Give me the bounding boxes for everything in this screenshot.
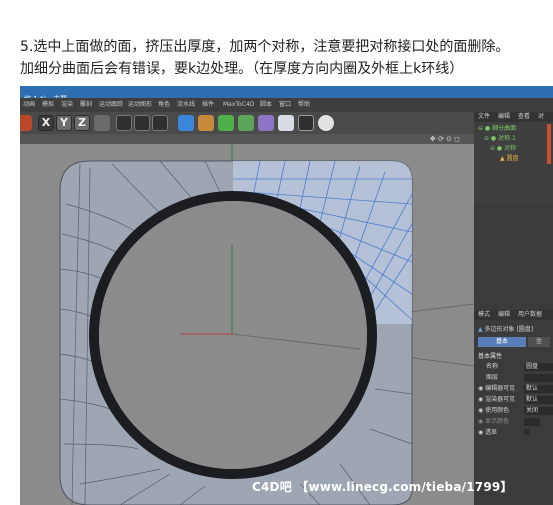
pen-icon[interactable] [198, 115, 214, 131]
menu-item-animate[interactable]: 动画 [23, 98, 35, 112]
tab-basic[interactable]: 基本 [478, 337, 526, 347]
attribute-tabs: 模式 编辑 用户数据 [474, 310, 553, 320]
caption-line-1: 5.选中上面做的面，挤压出厚度，加两个对称，注意要把对称接口处的面删除。 [20, 39, 510, 55]
tab-file[interactable]: 文件 [478, 112, 490, 122]
attr-row-render-visible: ◉ 渲染器可见 默认 [478, 395, 553, 404]
attribute-object-title: ▲ 多边形对象 [圆盘] [478, 326, 534, 333]
caption-line-2: 加细分曲面后会有错误，要k边处理。（在厚度方向内圈及外框上k环线） [20, 61, 464, 77]
radio-icon[interactable]: ◉ [478, 407, 483, 414]
polygon-icon: ▲ [478, 326, 483, 333]
axis-y-button[interactable]: Y [56, 115, 72, 131]
menu-item-pipeline[interactable]: 流水线 [177, 98, 195, 112]
watermark: C4D吧 【www.linecg.com/tieba/1799】 [252, 480, 513, 494]
display-color-swatch[interactable] [524, 418, 540, 426]
attribute-mode-tabs: 基本 坐 [474, 337, 553, 347]
object-manager-tabs: 文件 编辑 查看 对 [474, 112, 553, 122]
object-status-icons [547, 124, 551, 164]
render-picture-icon[interactable] [134, 115, 150, 131]
attr-row-use-color: ◉ 使用颜色 关闭 [478, 406, 553, 415]
c4d-screenshot: 编 1 *) - 主要 动画 模拟 渲染 雕刻 运动跟踪 运动图形 角色 流水线… [20, 86, 553, 505]
object-subdivision[interactable]: ⊖ ● 细分曲面 [478, 124, 516, 133]
viewport-header: ✥ ⟳ ⊙ ◻ [20, 134, 474, 144]
undo-icon[interactable] [20, 115, 32, 131]
radio-icon[interactable]: ◉ [478, 418, 483, 425]
viewport-nav-icons[interactable]: ✥ ⟳ ⊙ ◻ [430, 134, 460, 144]
menu-item-mograph[interactable]: 运动图形 [128, 98, 152, 112]
viewport[interactable] [20, 144, 474, 505]
floor-icon[interactable] [278, 115, 294, 131]
array-icon[interactable] [238, 115, 254, 131]
menu-item-help[interactable]: 帮助 [298, 98, 310, 112]
light-icon[interactable] [318, 115, 334, 131]
attr-row-editor-visible: ◉ 编辑器可见 默认 [478, 384, 553, 393]
section-basic-properties: 基本属性 [478, 353, 503, 360]
attr-row-layer: 图层 [478, 373, 553, 382]
xray-checkbox[interactable] [524, 429, 530, 435]
tab-object[interactable]: 对 [538, 112, 544, 122]
attr-row-xray: ◉ 透显 [478, 428, 530, 437]
layer-field[interactable] [524, 374, 553, 382]
menu-item-render[interactable]: 渲染 [61, 98, 73, 112]
menu-item-character[interactable]: 角色 [158, 98, 170, 112]
tab-edit[interactable]: 编辑 [498, 112, 510, 122]
toolbar: X Y Z [20, 112, 474, 134]
menu-item-sculpt[interactable]: 雕刻 [80, 98, 92, 112]
tab-coord[interactable]: 坐 [528, 337, 550, 347]
axis-z-button[interactable]: Z [74, 115, 90, 131]
inner-circle [99, 201, 367, 469]
object-disc[interactable]: ▲ 圆盘 [500, 154, 519, 163]
tab-view[interactable]: 查看 [518, 112, 530, 122]
menu-bar: 动画 模拟 渲染 雕刻 运动跟踪 运动图形 角色 流水线 插件 MaxToC4D… [20, 98, 553, 112]
window-titlebar: 编 1 *) - 主要 [20, 86, 553, 103]
radio-icon[interactable]: ◉ [478, 396, 483, 403]
radio-icon[interactable]: ◉ [478, 385, 483, 392]
tab-edit-attr[interactable]: 编辑 [498, 310, 510, 320]
menu-item-maxtoc4d[interactable]: MaxToC4D [223, 98, 254, 112]
attr-row-display-color: ◉ 显示颜色 [478, 417, 540, 426]
editor-visible-select[interactable]: 默认 [524, 385, 553, 393]
tab-mode[interactable]: 模式 [478, 310, 490, 320]
radio-icon[interactable]: ◉ [478, 429, 483, 436]
menu-item-script[interactable]: 脚本 [260, 98, 272, 112]
menu-item-simulate[interactable]: 模拟 [42, 98, 54, 112]
camera-icon[interactable] [298, 115, 314, 131]
render-settings-icon[interactable] [152, 115, 168, 131]
menu-item-window[interactable]: 窗口 [279, 98, 291, 112]
deformer-icon[interactable] [258, 115, 274, 131]
object-manager: ⊖ ● 细分曲面 ⊖ ● 对称.1 ⊖ ● 对称 ▲ 圆盘 [474, 122, 553, 202]
axis-x-button[interactable]: X [38, 115, 54, 131]
use-color-select[interactable]: 关闭 [524, 407, 553, 415]
coordinate-system-icon[interactable] [94, 115, 110, 131]
tab-user-data[interactable]: 用户数据 [518, 310, 542, 320]
attr-row-name: 名称 圆盘 [478, 362, 553, 371]
subdivision-icon[interactable] [218, 115, 234, 131]
render-view-icon[interactable] [116, 115, 132, 131]
right-panel: 文件 编辑 查看 对 ⊖ ● 细分曲面 ⊖ ● 对称.1 ⊖ ● 对称 ▲ 圆盘… [474, 112, 553, 505]
object-symmetry[interactable]: ⊖ ● 对称 [490, 144, 516, 153]
name-field[interactable]: 圆盘 [524, 363, 553, 371]
object-symmetry-1[interactable]: ⊖ ● 对称.1 [484, 134, 516, 143]
menu-item-plugins[interactable]: 插件 [202, 98, 214, 112]
cube-icon[interactable] [178, 115, 194, 131]
viewport-canvas [59, 144, 474, 505]
render-visible-select[interactable]: 默认 [524, 396, 553, 404]
menu-item-motion-tracking[interactable]: 运动跟踪 [99, 98, 123, 112]
